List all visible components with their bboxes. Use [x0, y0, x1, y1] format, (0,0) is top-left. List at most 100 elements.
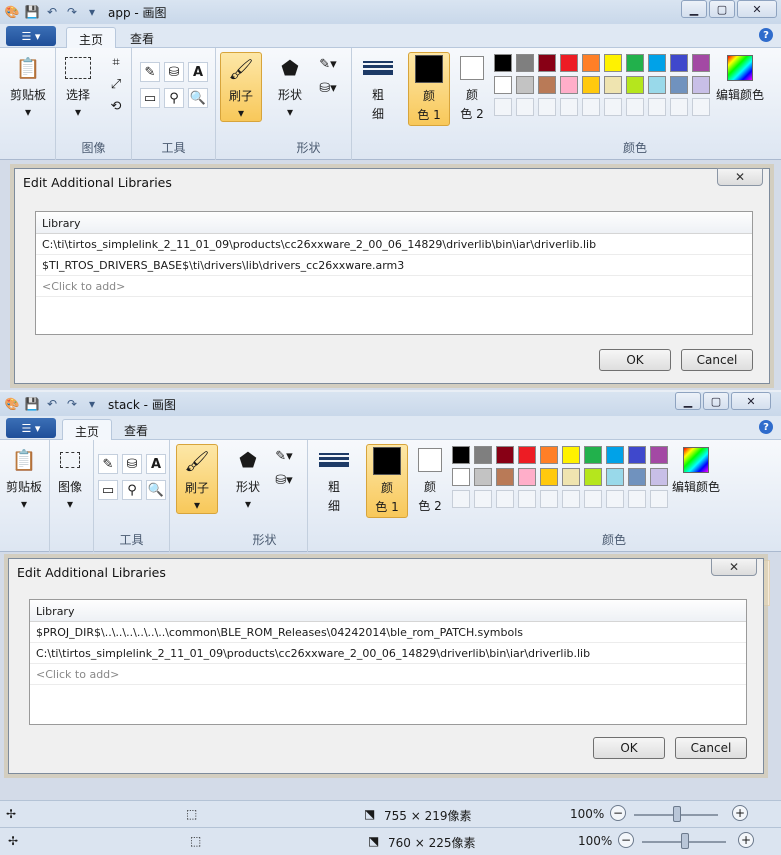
maximize-button[interactable]: ▢	[709, 0, 735, 18]
color-swatch[interactable]	[496, 490, 514, 508]
fill-icon[interactable]: ⛁▾	[274, 470, 294, 490]
color2-button[interactable]: 颜 色 2	[454, 52, 490, 122]
color-swatch[interactable]	[584, 490, 602, 508]
text-tool-icon[interactable]: A	[188, 62, 208, 82]
redo-icon[interactable]: ↷	[64, 396, 80, 412]
dialog-close-button[interactable]: ✕	[717, 168, 763, 186]
color-swatch[interactable]	[496, 446, 514, 464]
color-swatch[interactable]	[650, 468, 668, 486]
color-swatch[interactable]	[494, 98, 512, 116]
zoom-slider-handle[interactable]	[673, 806, 681, 822]
color-swatch[interactable]	[494, 76, 512, 94]
pencil-icon[interactable]: ✎	[98, 454, 118, 474]
color-swatch[interactable]	[604, 54, 622, 72]
redo-icon[interactable]: ↷	[64, 4, 80, 20]
color-swatch[interactable]	[670, 98, 688, 116]
color1-button[interactable]: 颜 色 1	[366, 444, 408, 518]
clipboard-button[interactable]: 📋 剪贴板 ▾	[6, 444, 42, 511]
undo-icon[interactable]: ↶	[44, 396, 60, 412]
color-swatch[interactable]	[628, 446, 646, 464]
zoom-out-button[interactable]: −	[610, 805, 626, 821]
ok-button[interactable]: OK	[593, 737, 665, 759]
color-swatch[interactable]	[516, 54, 534, 72]
tab-home[interactable]: 主页	[62, 419, 113, 441]
quick-access-dropdown-icon[interactable]: ▾	[84, 4, 100, 20]
zoom-in-button[interactable]: +	[738, 832, 754, 848]
tab-home[interactable]: 主页	[66, 27, 117, 49]
clipboard-button[interactable]: 📋 剪贴板 ▾	[10, 52, 46, 119]
color-swatch[interactable]	[628, 490, 646, 508]
color-swatch[interactable]	[650, 446, 668, 464]
resize-icon[interactable]: ⤢	[106, 74, 126, 94]
brush-button[interactable]: 🖌 刷子 ▾	[176, 444, 218, 514]
color-swatch[interactable]	[626, 54, 644, 72]
color-swatch[interactable]	[474, 446, 492, 464]
edit-colors-button[interactable]: 编辑颜色	[716, 52, 764, 103]
column-header-library[interactable]: Library	[36, 212, 752, 234]
color-swatch[interactable]	[582, 54, 600, 72]
color-swatch[interactable]	[692, 54, 710, 72]
color-swatch[interactable]	[606, 446, 624, 464]
color-swatch[interactable]	[584, 468, 602, 486]
color-swatch[interactable]	[670, 54, 688, 72]
crop-icon[interactable]: ⌗	[106, 52, 126, 72]
color-swatch[interactable]	[494, 54, 512, 72]
color-swatch[interactable]	[474, 468, 492, 486]
help-icon[interactable]: ?	[759, 420, 773, 434]
text-tool-icon[interactable]: A	[146, 454, 166, 474]
zoom-in-button[interactable]: +	[732, 805, 748, 821]
color-swatch[interactable]	[648, 76, 666, 94]
color-swatch[interactable]	[582, 76, 600, 94]
shapes-button[interactable]: ⬟ 形状 ▾	[232, 444, 264, 511]
color1-button[interactable]: 颜 色 1	[408, 52, 450, 126]
color-swatch[interactable]	[540, 446, 558, 464]
color-swatch[interactable]	[650, 490, 668, 508]
column-header-library[interactable]: Library	[30, 600, 746, 622]
dialog-close-button[interactable]: ✕	[711, 558, 757, 576]
rotate-icon[interactable]: ⟲	[106, 96, 126, 116]
cancel-button[interactable]: Cancel	[675, 737, 747, 759]
color-swatch[interactable]	[474, 490, 492, 508]
quick-access-dropdown-icon[interactable]: ▾	[84, 396, 100, 412]
magnifier-icon[interactable]: 🔍	[146, 480, 166, 500]
help-icon[interactable]: ?	[759, 28, 773, 42]
tab-view[interactable]: 查看	[112, 419, 160, 441]
image-button[interactable]: 图像 ▾	[54, 444, 86, 511]
list-item[interactable]: $PROJ_DIR$\..\..\..\..\..\..\common\BLE_…	[30, 622, 746, 643]
minimize-button[interactable]: ▁	[675, 392, 701, 410]
color-swatch[interactable]	[626, 76, 644, 94]
pencil-icon[interactable]: ✎	[140, 62, 160, 82]
color-swatch[interactable]	[562, 446, 580, 464]
color-swatch[interactable]	[648, 54, 666, 72]
outline-icon[interactable]: ✎▾	[274, 446, 294, 466]
color-swatch[interactable]	[584, 446, 602, 464]
color-swatch[interactable]	[670, 76, 688, 94]
color-swatch[interactable]	[540, 490, 558, 508]
color-swatch[interactable]	[628, 468, 646, 486]
library-list[interactable]: Library C:\ti\tirtos_simplelink_2_11_01_…	[35, 211, 753, 335]
color-swatch[interactable]	[538, 76, 556, 94]
color-swatch[interactable]	[518, 490, 536, 508]
eraser-icon[interactable]: ▭	[140, 88, 160, 108]
color-picker-icon[interactable]: ⚲	[164, 88, 184, 108]
save-icon[interactable]: 💾	[24, 396, 40, 412]
list-item[interactable]: C:\ti\tirtos_simplelink_2_11_01_09\produ…	[30, 643, 746, 664]
color-swatch[interactable]	[692, 76, 710, 94]
add-library-placeholder[interactable]: <Click to add>	[30, 664, 746, 685]
undo-icon[interactable]: ↶	[44, 4, 60, 20]
fill-bucket-icon[interactable]: ⛁	[164, 62, 184, 82]
list-item[interactable]: $TI_RTOS_DRIVERS_BASE$\ti\drivers\lib\dr…	[36, 255, 752, 276]
edit-colors-button[interactable]: 编辑颜色	[672, 444, 720, 495]
close-button[interactable]: ✕	[737, 0, 777, 18]
color-swatch[interactable]	[516, 98, 534, 116]
add-library-placeholder[interactable]: <Click to add>	[36, 276, 752, 297]
cancel-button[interactable]: Cancel	[681, 349, 753, 371]
color-swatch[interactable]	[516, 76, 534, 94]
color-swatch[interactable]	[538, 98, 556, 116]
shapes-button[interactable]: ⬟ 形状 ▾	[274, 52, 306, 119]
color-swatch[interactable]	[692, 98, 710, 116]
close-button[interactable]: ✕	[731, 392, 771, 410]
color-swatch[interactable]	[582, 98, 600, 116]
minimize-button[interactable]: ▁	[681, 0, 707, 18]
color-swatch[interactable]	[648, 98, 666, 116]
